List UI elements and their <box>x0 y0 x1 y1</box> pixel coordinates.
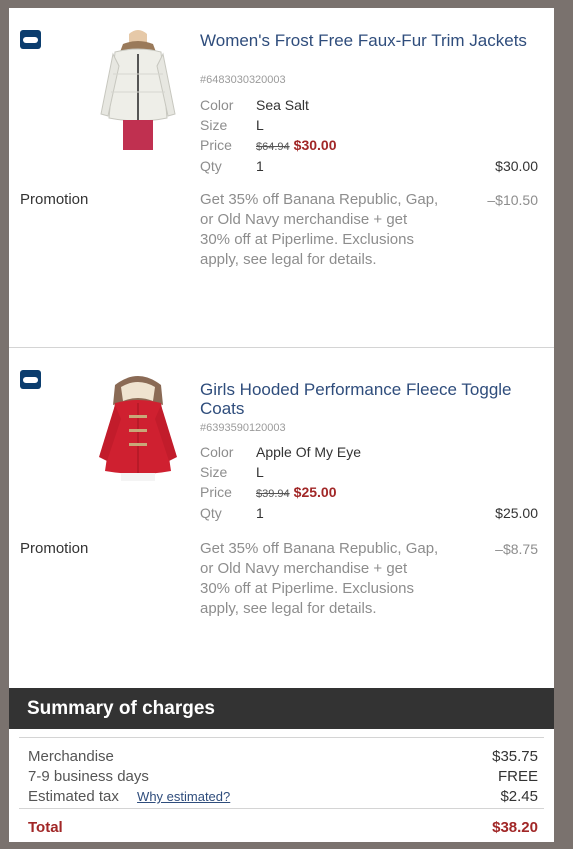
sale-price: $25.00 <box>293 484 337 500</box>
item-title-link[interactable]: Women's Frost Free Faux-Fur Trim Jackets <box>200 31 545 50</box>
tax-label: Estimated tax <box>28 788 119 805</box>
merchandise-label: Merchandise <box>28 748 114 765</box>
price-value: $39.94 $25.00 <box>256 484 336 500</box>
color-label: Color <box>200 97 234 113</box>
color-value: Apple Of My Eye <box>256 444 362 460</box>
promotion-label: Promotion <box>20 191 89 208</box>
old-navy-brand-icon <box>20 370 41 389</box>
shipping-amount: FREE <box>497 768 538 785</box>
promotion-text: Get 35% off Banana Republic, Gap, or Old… <box>200 540 439 617</box>
qty-value: 1 <box>256 158 264 174</box>
promotion-amount: –$10.50 <box>487 192 538 208</box>
size-value: L <box>256 464 264 480</box>
shipping-label: 7-9 business days <box>28 768 149 785</box>
price-label: Price <box>200 484 232 500</box>
qty-label: Qty <box>200 505 222 521</box>
summary-charges: Merchandise $35.75 7-9 business days FRE… <box>9 729 554 842</box>
item-size-row: Size L <box>200 117 540 135</box>
qty-value: 1 <box>256 505 264 521</box>
size-label: Size <box>200 464 228 480</box>
summary-header: Summary of charges <box>9 688 554 729</box>
item-title-link[interactable]: Girls Hooded Performance Fleece Toggle C… <box>200 380 545 418</box>
item-qty-row: Qty 1 <box>200 505 540 523</box>
cart-item: Girls Hooded Performance Fleece Toggle C… <box>9 348 554 688</box>
item-line-total: $30.00 <box>495 158 538 174</box>
old-navy-brand-icon <box>20 30 41 49</box>
size-value: L <box>256 117 264 133</box>
merchandise-row: Merchandise $35.75 <box>28 748 538 768</box>
item-sku: #6483030320003 <box>200 74 286 86</box>
qty-label: Qty <box>200 158 222 174</box>
item-size-row: Size L <box>200 464 540 482</box>
promotion-label: Promotion <box>20 540 89 557</box>
product-image-fleece-toggle-coat[interactable] <box>93 371 183 496</box>
item-line-total: $25.00 <box>495 505 538 521</box>
merchandise-amount: $35.75 <box>492 748 538 765</box>
item-sku: #6393590120003 <box>200 422 286 434</box>
total-row: Total $38.20 <box>28 819 538 839</box>
divider <box>19 737 544 738</box>
product-image-frost-free-jacket[interactable] <box>93 26 183 151</box>
item-price-row: Price $39.94 $25.00 <box>200 484 540 502</box>
size-label: Size <box>200 117 228 133</box>
total-amount: $38.20 <box>492 819 538 836</box>
original-price: $39.94 <box>256 488 290 500</box>
price-value: $64.94 $30.00 <box>256 137 336 153</box>
promotion-amount: –$8.75 <box>495 541 538 557</box>
color-value: Sea Salt <box>256 97 309 113</box>
item-qty-row: Qty 1 <box>200 158 540 176</box>
sale-price: $30.00 <box>293 137 337 153</box>
item-price-row: Price $64.94 $30.00 <box>200 137 540 155</box>
cart-item: Women's Frost Free Faux-Fur Trim Jackets… <box>9 8 554 348</box>
why-estimated-link[interactable]: Why estimated? <box>137 789 230 804</box>
total-label: Total <box>28 819 63 836</box>
item-color-row: Color Sea Salt <box>200 97 540 115</box>
divider <box>19 808 544 809</box>
shipping-row: 7-9 business days FREE <box>28 768 538 788</box>
promotion-text: Get 35% off Banana Republic, Gap, or Old… <box>200 191 439 268</box>
tax-row: Estimated tax Why estimated? $2.45 <box>28 788 538 808</box>
summary-title: Summary of charges <box>27 698 215 719</box>
order-review-panel: Women's Frost Free Faux-Fur Trim Jackets… <box>9 8 554 842</box>
item-color-row: Color Apple Of My Eye <box>200 444 540 462</box>
price-label: Price <box>200 137 232 153</box>
tax-amount: $2.45 <box>500 788 538 805</box>
color-label: Color <box>200 444 234 460</box>
original-price: $64.94 <box>256 141 290 153</box>
